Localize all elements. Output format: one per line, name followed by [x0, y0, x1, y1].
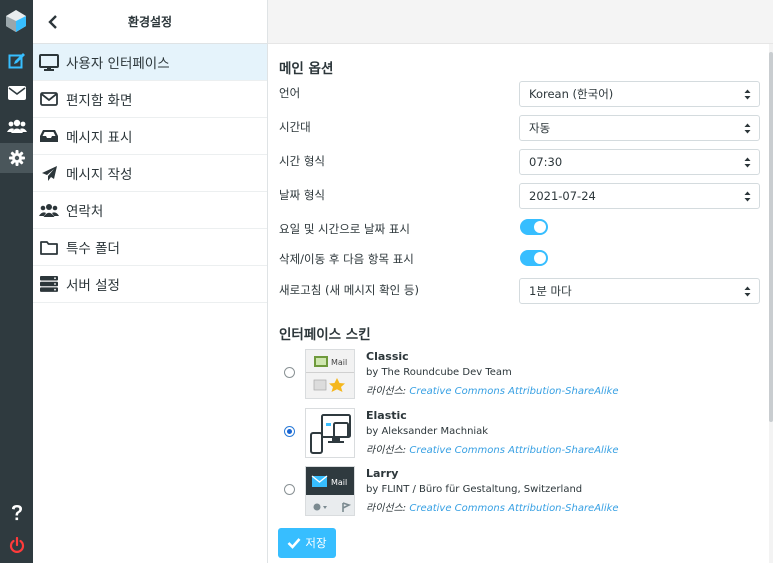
- toggle-knob: [534, 252, 546, 264]
- menu-item-server-settings[interactable]: 서버 설정: [33, 266, 267, 303]
- select-arrows-icon: [744, 157, 751, 168]
- logout-icon[interactable]: [0, 530, 33, 560]
- menu-item-label: 연락처: [66, 204, 104, 220]
- larry-skin-thumbnail: Mail: [305, 466, 355, 516]
- paper-plane-icon: [39, 163, 59, 183]
- date-format-value: 2021-07-24: [529, 189, 596, 203]
- skin-name: Elastic: [366, 409, 407, 422]
- license-link[interactable]: Creative Commons Attribution-ShareAlike: [409, 386, 618, 397]
- skin-author: by The Roundcube Dev Team: [366, 367, 512, 378]
- menu-item-label: 특수 폴더: [66, 241, 120, 257]
- date-format-label: 날짜 형식: [279, 188, 325, 202]
- save-button-label: 저장: [305, 536, 327, 550]
- contacts-group-icon: [39, 200, 59, 220]
- select-arrows-icon: [744, 191, 751, 202]
- display-next-toggle[interactable]: [520, 250, 548, 266]
- back-chevron-icon[interactable]: [45, 13, 61, 31]
- classic-skin-thumbnail: Mail: [305, 349, 355, 399]
- skin-name: Larry: [366, 467, 399, 480]
- timezone-select[interactable]: 자동: [519, 115, 760, 141]
- skin-radio-elastic[interactable]: [284, 426, 295, 437]
- menu-title: 환경설정: [127, 15, 173, 29]
- skin-author: by Aleksander Machniak: [366, 426, 489, 437]
- server-icon: [39, 274, 59, 294]
- time-format-select[interactable]: 07:30: [519, 149, 760, 175]
- preferences-content: 메인 옵션 언어 Korean (한국어) 시간대 자동 시간 형식 07:30…: [268, 0, 773, 563]
- menu-item-composing-messages[interactable]: 메시지 작성: [33, 155, 267, 192]
- menu-item-label: 서버 설정: [66, 278, 120, 294]
- settings-menu: 환경설정 사용자 인터페이스 편지함 화면 메시지 표시 메시지 작성 연락처: [33, 0, 268, 563]
- timezone-label: 시간대: [279, 120, 311, 134]
- license-link[interactable]: Creative Commons Attribution-ShareAlike: [409, 445, 618, 456]
- language-value: Korean (한국어): [529, 87, 614, 101]
- menu-item-label: 메시지 표시: [66, 130, 133, 146]
- envelope-icon: [39, 89, 59, 109]
- compose-icon[interactable]: [0, 46, 33, 76]
- menu-item-contacts[interactable]: 연락처: [33, 192, 267, 229]
- skins-title: 인터페이스 스킨: [279, 327, 371, 343]
- language-label: 언어: [279, 86, 301, 100]
- menu-item-label: 사용자 인터페이스: [66, 56, 170, 72]
- checkmark-icon: [287, 538, 301, 549]
- pretty-date-label: 요일 및 시간으로 날짜 표시: [279, 222, 411, 236]
- menu-item-mailbox-view[interactable]: 편지함 화면: [33, 81, 267, 118]
- inbox-tray-icon: [39, 126, 59, 146]
- skin-option-classic[interactable]: Mail Classic by The Roundcube Dev Team 라…: [279, 346, 759, 402]
- date-format-select[interactable]: 2021-07-24: [519, 183, 760, 209]
- menu-item-displaying-messages[interactable]: 메시지 표시: [33, 118, 267, 155]
- content-header: [268, 0, 773, 44]
- scrollbar-thumb[interactable]: [769, 52, 773, 422]
- save-button[interactable]: 저장: [278, 528, 336, 558]
- refresh-value: 1분 마다: [529, 284, 572, 298]
- elastic-skin-thumbnail: [305, 408, 355, 458]
- refresh-label: 새로고침 (새 메시지 확인 등): [279, 283, 419, 297]
- menu-header: 환경설정: [33, 0, 267, 44]
- toggle-knob: [534, 221, 546, 233]
- skin-author: by FLINT / Büro für Gestaltung, Switzerl…: [366, 484, 583, 495]
- skin-name: Classic: [366, 350, 409, 363]
- skin-radio-larry[interactable]: [284, 484, 295, 495]
- larry-thumb-text: Mail: [331, 478, 347, 487]
- time-format-value: 07:30: [529, 155, 563, 169]
- menu-item-label: 편지함 화면: [66, 93, 133, 109]
- display-next-label: 삭제/이동 후 다음 항목 표시: [279, 252, 414, 266]
- help-icon[interactable]: [0, 498, 33, 528]
- mail-icon[interactable]: [0, 78, 33, 108]
- license-link[interactable]: Creative Commons Attribution-ShareAlike: [409, 503, 618, 514]
- classic-thumb-text: Mail: [331, 358, 347, 367]
- time-format-label: 시간 형식: [279, 154, 325, 168]
- license-prefix: 라이선스:: [366, 386, 407, 397]
- skin-license: 라이선스: Creative Commons Attribution-Share…: [366, 499, 619, 514]
- language-select[interactable]: Korean (한국어): [519, 81, 760, 107]
- main-options-title: 메인 옵션: [279, 61, 334, 77]
- settings-icon[interactable]: [0, 143, 33, 173]
- select-arrows-icon: [744, 123, 751, 134]
- license-prefix: 라이선스:: [366, 445, 407, 456]
- select-arrows-icon: [744, 89, 751, 100]
- skin-option-larry[interactable]: Mail Larry by FLINT / Büro für Gestaltun…: [279, 463, 759, 519]
- folder-icon: [39, 237, 59, 257]
- skin-radio-classic[interactable]: [284, 367, 295, 378]
- refresh-select[interactable]: 1분 마다: [519, 278, 760, 304]
- roundcube-logo-icon[interactable]: [4, 8, 29, 34]
- monitor-icon: [39, 52, 59, 72]
- app-rail: [0, 0, 33, 563]
- skin-license: 라이선스: Creative Commons Attribution-Share…: [366, 441, 619, 456]
- menu-item-special-folders[interactable]: 특수 폴더: [33, 229, 267, 266]
- skin-option-elastic[interactable]: Elastic by Aleksander Machniak 라이선스: Cre…: [279, 405, 759, 461]
- menu-item-user-interface[interactable]: 사용자 인터페이스: [33, 44, 267, 81]
- contacts-icon[interactable]: [0, 111, 33, 141]
- select-arrows-icon: [744, 286, 751, 297]
- menu-item-label: 메시지 작성: [66, 167, 133, 183]
- license-prefix: 라이선스:: [366, 503, 407, 514]
- timezone-value: 자동: [529, 121, 551, 135]
- pretty-date-toggle[interactable]: [520, 219, 548, 235]
- skin-license: 라이선스: Creative Commons Attribution-Share…: [366, 382, 619, 397]
